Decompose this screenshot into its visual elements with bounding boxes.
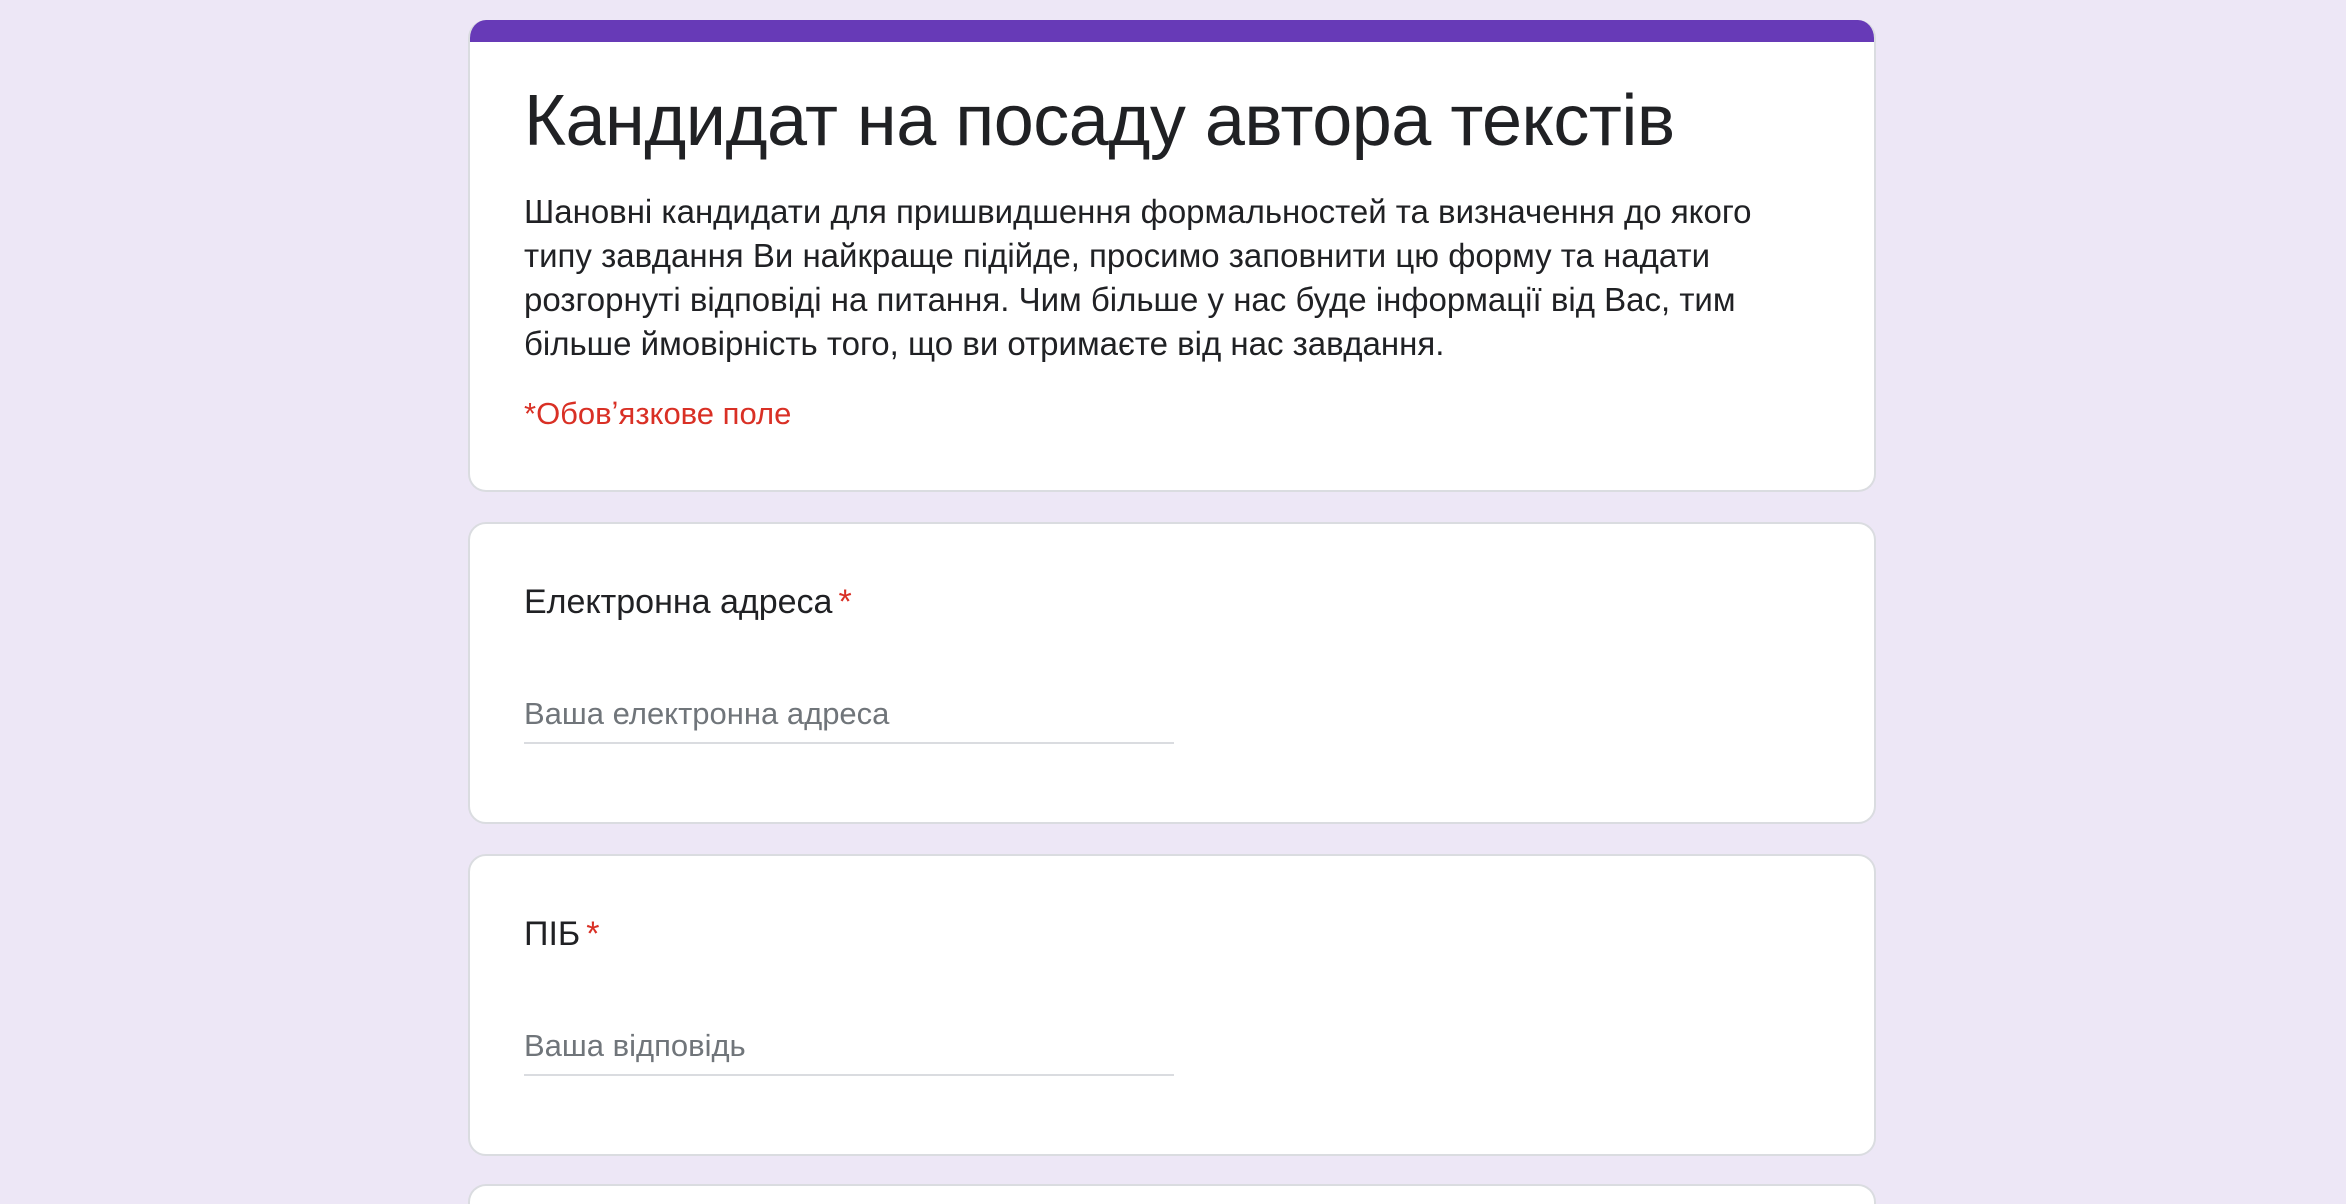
full-name-input[interactable] bbox=[524, 1024, 1174, 1076]
question-label: ПІБ bbox=[524, 915, 581, 953]
required-asterisk: * bbox=[838, 583, 852, 621]
question-label: Електронна адреса bbox=[524, 583, 833, 621]
question-card-full-name: ПІБ * bbox=[468, 854, 1876, 1156]
form-header-card: Кандидат на посаду автора текстів Шановн… bbox=[468, 20, 1876, 492]
next-question-card-edge bbox=[468, 1184, 1876, 1204]
required-asterisk: * bbox=[586, 915, 600, 953]
email-input[interactable] bbox=[524, 692, 1174, 744]
question-title-full-name: ПІБ * bbox=[524, 912, 599, 956]
required-field-note: *Обовʼязкове поле bbox=[524, 396, 792, 431]
header-accent-bar bbox=[470, 20, 1874, 42]
form-description: Шановні кандидати для пришвидшення форма… bbox=[524, 193, 1752, 362]
form-column: Кандидат на посаду автора текстів Шановн… bbox=[468, 20, 1876, 1204]
form-title: Кандидат на посаду автора текстів bbox=[524, 81, 1675, 161]
question-card-email: Електронна адреса * bbox=[468, 522, 1876, 824]
question-title-email: Електронна адреса * bbox=[524, 580, 852, 624]
